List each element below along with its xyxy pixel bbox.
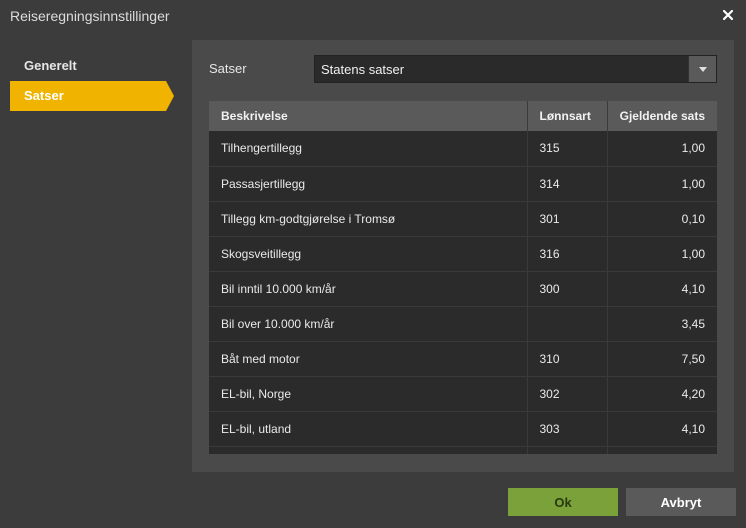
cell-lonnsart: 300 xyxy=(527,271,608,307)
cell-beskrivelse: EL-bil, Norge xyxy=(209,376,528,412)
table-row[interactable]: EL-bil, utland 303 4,10 xyxy=(209,411,717,447)
cell-sats: 4,10 xyxy=(607,271,717,307)
satser-select-value: Statens satser xyxy=(321,62,405,77)
sidebar: Generelt Satser xyxy=(0,40,190,472)
table-row[interactable]: EL-bil, Norge 302 4,20 xyxy=(209,376,717,412)
cancel-button[interactable]: Avbryt xyxy=(626,488,736,516)
cell-sats: 4,10 xyxy=(607,411,717,447)
ok-button[interactable]: Ok xyxy=(508,488,618,516)
cell-sats: 1,00 xyxy=(607,236,717,272)
table-row[interactable]: Bil over 10.000 km/år 3,45 xyxy=(209,306,717,342)
cell-lonnsart: 303 xyxy=(527,411,608,447)
cell-sats xyxy=(607,446,717,454)
column-header-lonnsart[interactable]: Lønnsart xyxy=(527,101,608,131)
table-row[interactable]: Skogsveitillegg 316 1,00 xyxy=(209,236,717,272)
cell-beskrivelse: Tillegg km-godtgjørelse i Tromsø xyxy=(209,201,528,237)
content-panel: Satser Statens satser Beskrivelse Lønnsa… xyxy=(192,40,734,472)
table-row[interactable]: Båt med motor 310 7,50 xyxy=(209,341,717,377)
cell-lonnsart: 315 xyxy=(527,131,608,167)
sidebar-item-label: Satser xyxy=(24,88,64,103)
cell-lonnsart xyxy=(527,306,608,342)
cell-sats: 0,10 xyxy=(607,201,717,237)
column-header-beskrivelse[interactable]: Beskrivelse xyxy=(209,101,528,131)
sidebar-item-generelt[interactable]: Generelt xyxy=(10,51,166,81)
chevron-down-icon[interactable] xyxy=(688,56,716,82)
cell-lonnsart: 302 xyxy=(527,376,608,412)
cell-sats: 1,00 xyxy=(607,166,717,202)
sidebar-item-satser[interactable]: Satser xyxy=(10,81,174,111)
cell-beskrivelse: Skogsveitillegg xyxy=(209,236,528,272)
satser-select[interactable]: Statens satser xyxy=(314,55,717,83)
cell-sats: 7,50 xyxy=(607,341,717,377)
table-header-row: Beskrivelse Lønnsart Gjeldende sats xyxy=(209,101,717,131)
cell-beskrivelse: Bil inntil 10.000 km/år xyxy=(209,271,528,307)
window-title: Reiseregningsinnstillinger xyxy=(10,8,170,24)
table-row[interactable]: Tilhengertillegg 315 1,00 xyxy=(209,131,717,167)
table-row[interactable]: Passasjertillegg 314 1,00 xyxy=(209,166,717,202)
cell-beskrivelse: EL-bil, utland xyxy=(209,411,528,447)
satser-table: Beskrivelse Lønnsart Gjeldende sats Tilh… xyxy=(209,101,717,454)
cell-lonnsart: 316 xyxy=(527,236,608,272)
cell-beskrivelse: Tilhengertillegg xyxy=(209,131,528,167)
cell-beskrivelse: Bil over 10.000 km/år xyxy=(209,306,528,342)
sidebar-item-label: Generelt xyxy=(24,58,77,73)
satser-label: Satser xyxy=(209,61,247,76)
cell-sats: 1,00 xyxy=(607,131,717,167)
table-row[interactable] xyxy=(209,446,717,454)
cell-beskrivelse: Båt med motor xyxy=(209,341,528,377)
cell-beskrivelse: Passasjertillegg xyxy=(209,166,528,202)
cell-lonnsart xyxy=(527,446,608,454)
cell-sats: 4,20 xyxy=(607,376,717,412)
cell-lonnsart: 301 xyxy=(527,201,608,237)
title-bar: Reiseregningsinnstillinger xyxy=(0,0,746,34)
cell-sats: 3,45 xyxy=(607,306,717,342)
cell-lonnsart: 310 xyxy=(527,341,608,377)
cell-beskrivelse xyxy=(209,446,528,454)
table-row[interactable]: Tillegg km-godtgjørelse i Tromsø 301 0,1… xyxy=(209,201,717,237)
column-header-sats[interactable]: Gjeldende sats xyxy=(607,101,717,131)
table-row[interactable]: Bil inntil 10.000 km/år 300 4,10 xyxy=(209,271,717,307)
close-icon[interactable] xyxy=(720,7,736,23)
cell-lonnsart: 314 xyxy=(527,166,608,202)
